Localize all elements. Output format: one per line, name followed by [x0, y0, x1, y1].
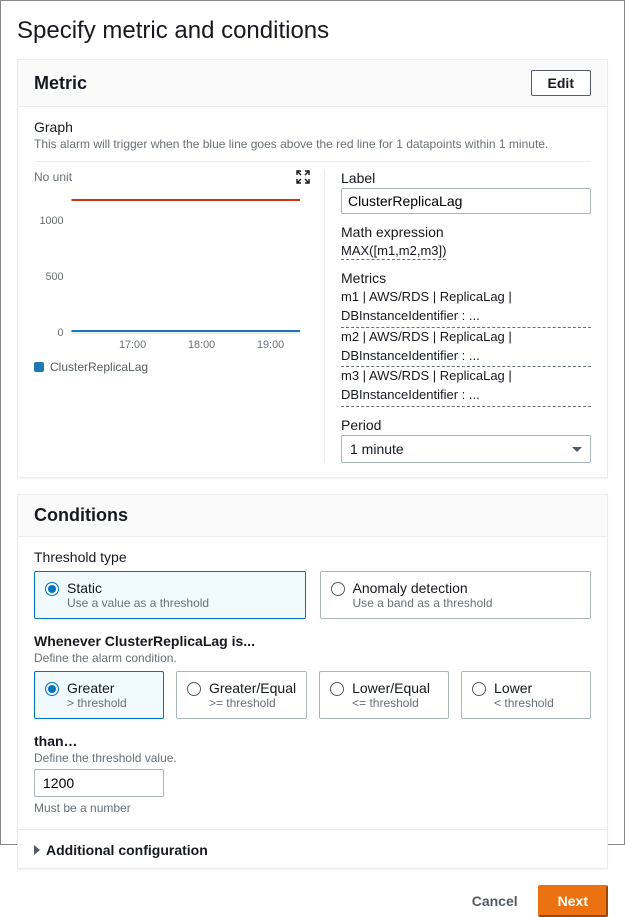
x-tick-0: 17:00 [119, 339, 146, 351]
radio-icon [331, 582, 345, 596]
threshold-anomaly-sub: Use a band as a threshold [353, 596, 493, 610]
radio-icon [472, 682, 486, 696]
comp-greater-sub: > threshold [67, 696, 127, 710]
y-tick-1: 500 [45, 271, 63, 283]
metric-form-column: Label Math expression MAX([m1,m2,m3]) Me… [324, 170, 591, 463]
graph-label: Graph [34, 119, 591, 135]
radio-icon [330, 682, 344, 696]
conditions-header: Conditions [18, 495, 607, 537]
additional-configuration-expander[interactable]: Additional configuration [18, 829, 607, 868]
y-tick-0: 0 [58, 327, 64, 339]
x-tick-1: 18:00 [188, 339, 215, 351]
metric-panel-header: Metric Edit [18, 60, 607, 107]
than-hint: Define the threshold value. [34, 751, 591, 765]
threshold-static-sub: Use a value as a threshold [67, 596, 209, 610]
cancel-button[interactable]: Cancel [458, 887, 532, 915]
comp-greater-title: Greater [67, 680, 127, 696]
metric-panel: Metric Edit Graph This alarm will trigge… [17, 59, 608, 478]
than-post-hint: Must be a number [34, 801, 591, 815]
comp-le-sub: <= threshold [352, 696, 430, 710]
whenever-hint: Define the alarm condition. [34, 651, 591, 665]
legend-label: ClusterReplicaLag [50, 360, 148, 374]
chart-area: 0 500 1000 17:00 18:00 19:00 [34, 188, 310, 358]
metric-panel-body: Graph This alarm will trigger when the b… [18, 107, 607, 477]
comp-ge-sub: >= threshold [209, 696, 296, 710]
comp-lower-title: Lower [494, 680, 554, 696]
comp-ge-title: Greater/Equal [209, 680, 296, 696]
edit-button[interactable]: Edit [531, 70, 591, 96]
comp-le-title: Lower/Equal [352, 680, 430, 696]
chevron-down-icon [572, 447, 582, 452]
metric-row-1: m2 | AWS/RDS | ReplicaLag | DBInstanceId… [341, 328, 591, 368]
math-expression-value: MAX([m1,m2,m3]) [341, 243, 446, 260]
whenever-label: Whenever ClusterReplicaLag is... [34, 633, 591, 649]
metric-heading: Metric [34, 73, 87, 94]
conditions-heading: Conditions [34, 505, 128, 526]
threshold-option-anomaly[interactable]: Anomaly detection Use a band as a thresh… [320, 571, 592, 619]
next-button[interactable]: Next [538, 885, 608, 917]
y-tick-2: 1000 [39, 215, 63, 227]
legend-swatch [34, 362, 44, 372]
conditions-panel: Conditions Threshold type Static Use a v… [17, 494, 608, 869]
comparison-greater-equal[interactable]: Greater/Equal >= threshold [176, 671, 307, 719]
graph-hint: This alarm will trigger when the blue li… [34, 137, 591, 151]
page-title: Specify metric and conditions [17, 17, 608, 45]
label-field-label: Label [341, 170, 591, 186]
x-tick-2: 19:00 [257, 339, 284, 351]
metrics-label: Metrics [341, 270, 591, 286]
math-expression-label: Math expression [341, 224, 591, 240]
metric-row-0: m1 | AWS/RDS | ReplicaLag | DBInstanceId… [341, 288, 591, 328]
period-label: Period [341, 417, 591, 433]
threshold-type-label: Threshold type [34, 549, 591, 565]
radio-icon [45, 582, 59, 596]
period-select[interactable]: 1 minute [341, 435, 591, 463]
metrics-list: m1 | AWS/RDS | ReplicaLag | DBInstanceId… [341, 288, 591, 407]
expand-icon[interactable] [296, 170, 310, 184]
radio-icon [45, 682, 59, 696]
radio-icon [187, 682, 201, 696]
additional-config-label: Additional configuration [46, 842, 208, 858]
threshold-static-title: Static [67, 580, 209, 596]
comparison-greater[interactable]: Greater > threshold [34, 671, 164, 719]
comp-lower-sub: < threshold [494, 696, 554, 710]
threshold-anomaly-title: Anomaly detection [353, 580, 493, 596]
period-value: 1 minute [350, 441, 404, 457]
chevron-right-icon [34, 845, 40, 855]
comparison-lower[interactable]: Lower < threshold [461, 671, 591, 719]
threshold-value-input[interactable] [34, 769, 164, 797]
conditions-body: Threshold type Static Use a value as a t… [18, 537, 607, 829]
metric-row-2: m3 | AWS/RDS | ReplicaLag | DBInstanceId… [341, 367, 591, 407]
comparison-lower-equal[interactable]: Lower/Equal <= threshold [319, 671, 449, 719]
threshold-option-static[interactable]: Static Use a value as a threshold [34, 571, 306, 619]
chart-column: No unit 0 500 1000 [34, 170, 324, 463]
unit-label: No unit [34, 170, 72, 184]
legend-item: ClusterReplicaLag [34, 360, 310, 374]
label-input[interactable] [341, 188, 591, 214]
than-label: than… [34, 733, 591, 749]
wizard-footer: Cancel Next [17, 885, 608, 917]
